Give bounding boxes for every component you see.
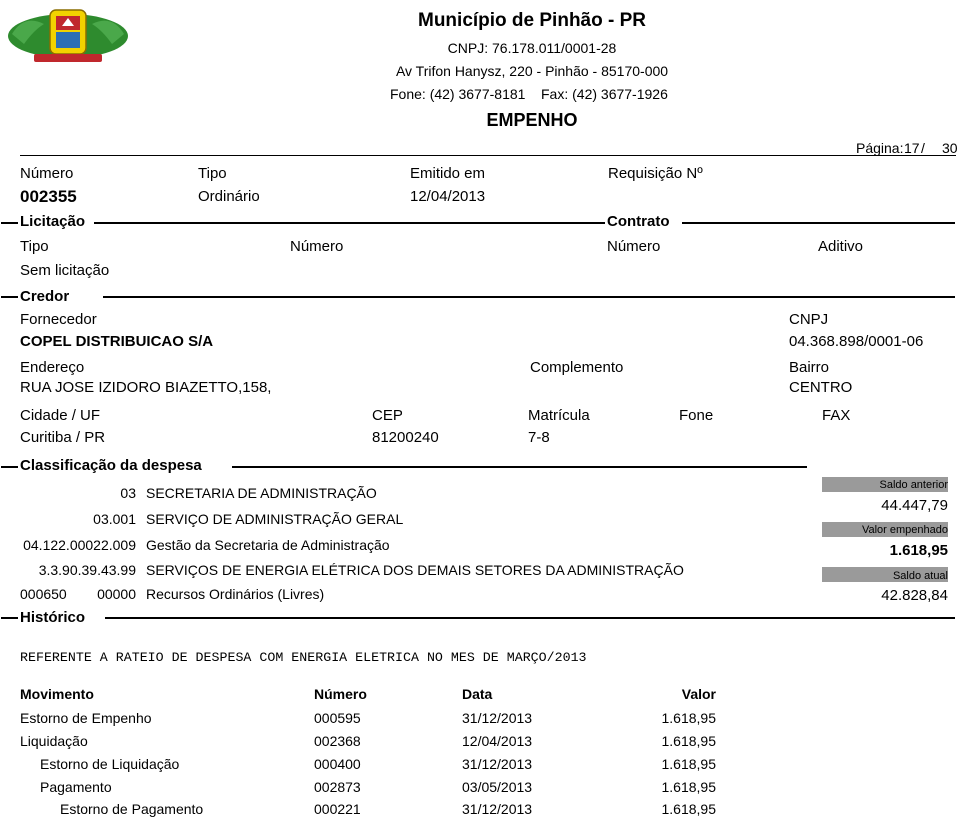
numero-cell: 000400 (314, 756, 361, 772)
tipo-label: Tipo (198, 165, 227, 182)
cep-label: CEP (372, 407, 403, 424)
valor-cell: 1.618,95 (661, 710, 717, 726)
col-header-valor: Valor (681, 686, 716, 702)
credor-line-right (103, 296, 955, 298)
data-cell: 31/12/2013 (462, 710, 533, 726)
class-code-funcional: 04.122.00022.009 (23, 537, 136, 553)
numero-cell: 002873 (314, 779, 361, 795)
endereco-value: RUA JOSE IZIDORO BIAZETTO,158, (20, 379, 272, 396)
fornecedor-value: COPEL DISTRIBUICAO S/A (20, 333, 214, 350)
municipality-fax: Fax: (42) 3677-1926 (541, 86, 668, 102)
saldo-anterior-value: 44.447,79 (881, 497, 948, 514)
matricula-value: 7-8 (528, 429, 550, 446)
credor-line-left (1, 296, 18, 298)
municipality-address: Av Trifon Hanysz, 220 - Pinhão - 85170-0… (395, 63, 669, 79)
numero-cell: 000221 (314, 801, 361, 817)
fone-label: Fone (679, 407, 714, 424)
empenho-numero: 002355 (20, 187, 77, 206)
movimento-cell: Pagamento (40, 779, 112, 795)
movimento-cell: Estorno de Empenho (20, 710, 152, 726)
contrato-section-title: Contrato (607, 213, 670, 230)
licitacao-line-right (94, 222, 605, 224)
credor-cnpj-label: CNPJ (789, 311, 829, 328)
emitido-label: Emitido em (410, 165, 486, 182)
historico-text: REFERENTE A RATEIO DE DESPESA COM ENERGI… (20, 650, 587, 665)
page-current: 17 (904, 140, 920, 156)
licitacao-tipo: Sem licitação (20, 262, 110, 279)
page-label: Página: (856, 140, 904, 156)
licitacao-tipo-label: Tipo (20, 238, 49, 255)
classificacao-line-right (232, 466, 807, 468)
endereco-label: Endereço (20, 359, 85, 376)
bairro-label: Bairro (789, 359, 830, 376)
licitacao-numero-label: Número (290, 238, 344, 255)
fax-label: FAX (822, 407, 851, 424)
movimento-cell: Liquidação (20, 733, 88, 749)
data-cell: 31/12/2013 (462, 756, 533, 772)
contrato-numero-label: Número (607, 238, 661, 255)
cep-value: 81200240 (372, 429, 439, 446)
class-desc-elemento: SERVIÇOS DE ENERGIA ELÉTRICA DOS DEMAIS … (146, 562, 684, 578)
bairro-value: CENTRO (789, 379, 853, 396)
historico-section-title: Histórico (20, 609, 86, 626)
classificacao-section-title: Classificação da despesa (20, 457, 202, 474)
contrato-aditivo-label: Aditivo (818, 238, 864, 255)
historico-line-left (1, 617, 18, 619)
page-total: 30 (942, 140, 958, 156)
matricula-label: Matrícula (528, 407, 590, 424)
licitacao-section-title: Licitação (20, 213, 86, 230)
cidade-value: Curitiba / PR (20, 429, 106, 446)
saldo-atual-label: Saldo atual (892, 570, 948, 582)
valor-cell: 1.618,95 (661, 756, 717, 772)
fonte-code: 000650 (20, 586, 67, 602)
page-separator: / (921, 140, 925, 156)
col-header-numero: Número (314, 686, 367, 702)
class-desc-unidade: SERVIÇO DE ADMINISTRAÇÃO GERAL (146, 511, 404, 527)
valor-cell: 1.618,95 (661, 779, 717, 795)
valor-empenhado-label: Valor empenhado (861, 524, 948, 536)
numero-cell: 000595 (314, 710, 361, 726)
col-header-data: Data (462, 686, 493, 702)
class-desc-funcional: Gestão da Secretaria de Administração (146, 537, 390, 553)
cidade-label: Cidade / UF (20, 407, 101, 424)
data-cell: 03/05/2013 (462, 779, 533, 795)
class-code-elemento: 3.3.90.39.43.99 (38, 562, 136, 578)
numero-cell: 002368 (314, 733, 361, 749)
movimento-cell: Estorno de Pagamento (60, 801, 204, 817)
classificacao-line-left (1, 466, 18, 468)
numero-label: Número (20, 165, 74, 182)
requisicao-label: Requisição Nº (608, 165, 703, 182)
saldo-anterior-label: Saldo anterior (879, 479, 949, 491)
data-cell: 12/04/2013 (462, 733, 533, 749)
class-desc-orgao: SECRETARIA DE ADMINISTRAÇÃO (146, 485, 377, 501)
licitacao-line-left (1, 222, 18, 224)
municipality-title: Município de Pinhão - PR (418, 10, 646, 31)
col-header-movimento: Movimento (20, 686, 94, 702)
class-code-unidade: 03.001 (93, 511, 136, 527)
fonte-desc: Recursos Ordinários (Livres) (146, 586, 325, 602)
movimento-cell: Estorno de Liquidação (40, 756, 180, 772)
complemento-label: Complemento (530, 359, 624, 376)
municipality-cnpj: CNPJ: 76.178.011/0001-28 (447, 40, 617, 56)
empenho-tipo: Ordinário (198, 188, 260, 205)
valor-cell: 1.618,95 (661, 733, 717, 749)
fornecedor-label: Fornecedor (20, 311, 97, 328)
municipality-phone: Fone: (42) 3677-8181 (390, 86, 526, 102)
historico-line-right (105, 617, 955, 619)
document-type: EMPENHO (486, 110, 578, 130)
saldo-atual-value: 42.828,84 (881, 587, 948, 604)
valor-cell: 1.618,95 (661, 801, 717, 817)
contrato-line-right (682, 222, 955, 224)
data-cell: 31/12/2013 (462, 801, 533, 817)
fonte-sub: 00000 (97, 586, 136, 602)
page-divider (20, 155, 956, 156)
empenho-emitido: 12/04/2013 (410, 188, 486, 205)
credor-section-title: Credor (20, 288, 70, 305)
credor-cnpj-value: 04.368.898/0001-06 (789, 333, 924, 350)
valor-empenhado-value: 1.618,95 (889, 542, 948, 559)
class-code-orgao: 03 (120, 485, 136, 501)
